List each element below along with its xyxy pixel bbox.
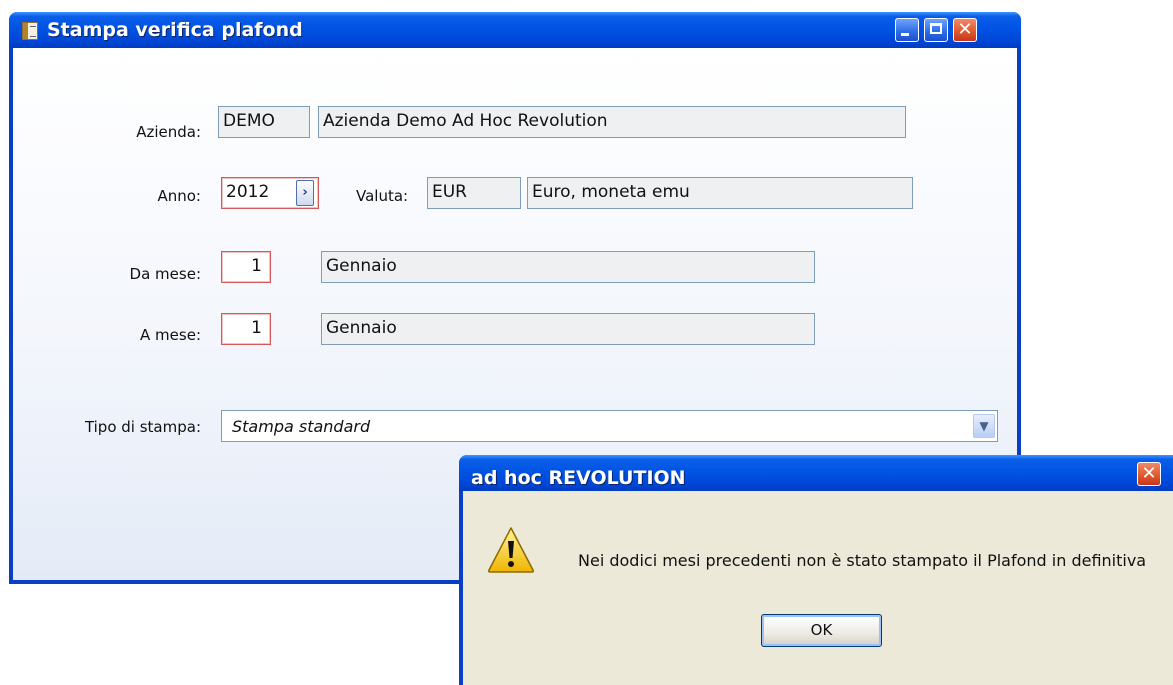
a-mese-input[interactable]: 1 [221,313,271,345]
azienda-code-field: DEMO [218,106,310,138]
azienda-description-field: Azienda Demo Ad Hoc Revolution [318,106,906,138]
da-mese-label: Da mese: [129,265,201,283]
dialog-body: Nei dodici mesi precedenti non è stato s… [463,491,1173,685]
da-mese-input[interactable]: 1 [221,251,271,283]
valuta-code-field: EUR [427,177,521,209]
report-icon [22,22,38,40]
azienda-label: Azienda: [136,123,201,141]
close-icon: ✕ [957,19,973,40]
message-dialog: ad hoc REVOLUTION ✕ Nei dodici mesi prec… [459,455,1173,685]
dialog-close-button[interactable]: ✕ [1137,462,1161,486]
close-icon: ✕ [1141,463,1157,484]
dialog-message: Nei dodici mesi precedenti non è stato s… [578,551,1147,570]
valuta-label: Valuta: [356,187,409,205]
a-mese-label: A mese: [140,326,201,344]
tipo-stampa-select[interactable]: Stampa standard ▼ [221,410,998,442]
ok-button[interactable]: OK [761,614,882,647]
dialog-title: ad hoc REVOLUTION [471,467,686,489]
window-title: Stampa verifica plafond [47,19,303,41]
da-mese-description-field: Gennaio [321,251,815,283]
minimize-button[interactable] [895,18,919,42]
chevron-down-icon[interactable]: ▼ [973,414,995,438]
anno-label: Anno: [157,187,201,205]
dialog-titlebar[interactable]: ad hoc REVOLUTION ✕ [459,455,1173,491]
tipo-stampa-label: Tipo di stampa: [84,418,201,436]
minimize-icon [901,33,909,36]
tipo-stampa-value: Stampa standard [232,417,371,436]
main-titlebar[interactable]: Stampa verifica plafond ✕ [9,12,1021,48]
maximize-button[interactable] [924,18,948,42]
close-button[interactable]: ✕ [953,18,977,42]
anno-zoom-button[interactable]: › [296,180,314,206]
maximize-icon [930,23,942,34]
warning-icon [487,527,535,573]
a-mese-description-field: Gennaio [321,313,815,345]
valuta-description-field: Euro, moneta emu [527,177,913,209]
